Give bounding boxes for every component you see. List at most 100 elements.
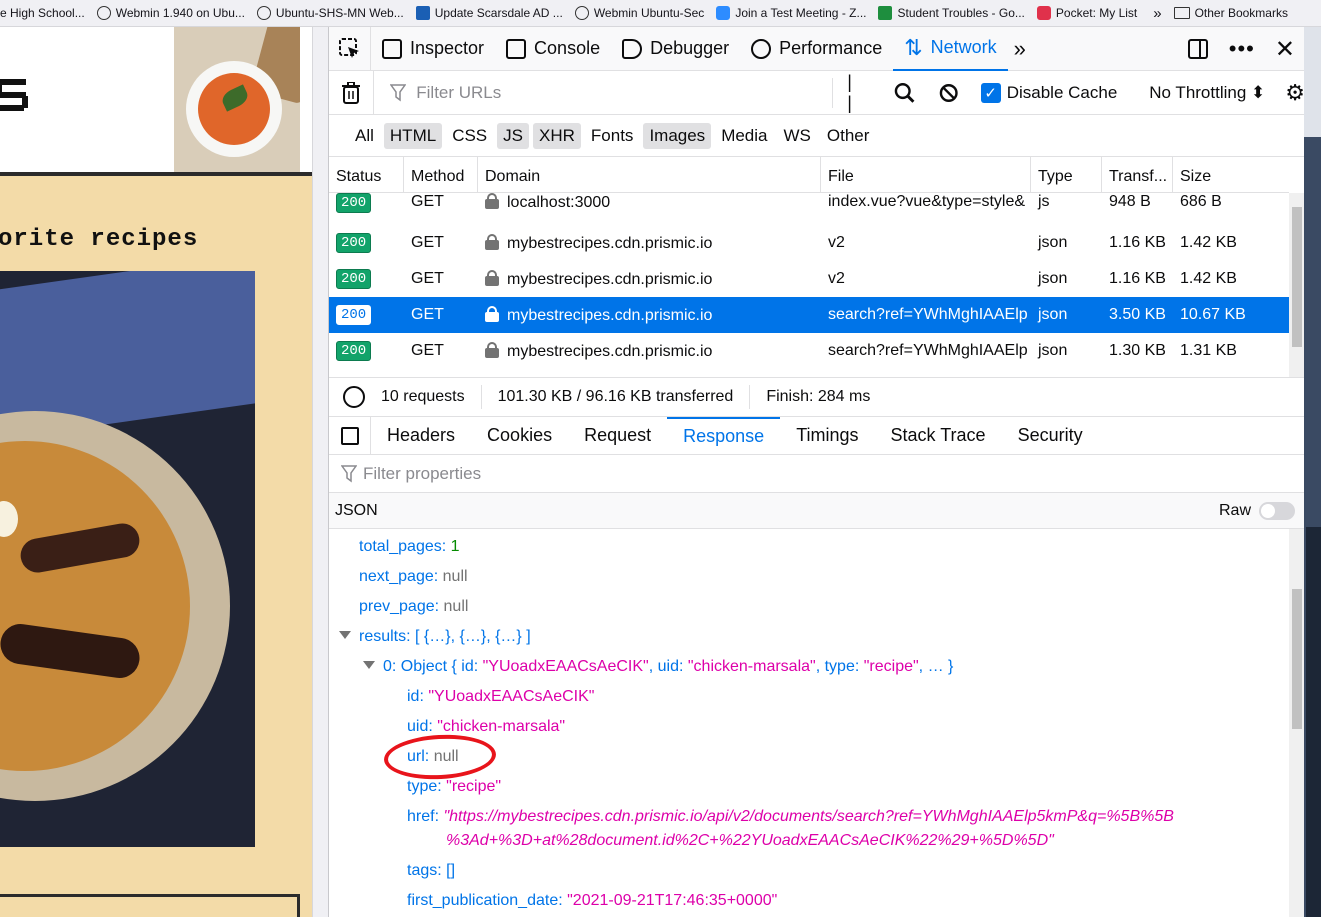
filter-js[interactable]: JS bbox=[497, 122, 529, 149]
disable-cache-checkbox[interactable]: ✓ Disable Cache bbox=[980, 82, 1117, 103]
tab-console[interactable]: Console bbox=[495, 27, 611, 71]
json-preview: , type: bbox=[815, 658, 864, 675]
request-size: 1.42 KB bbox=[1180, 270, 1237, 287]
element-picker-button[interactable] bbox=[329, 27, 371, 71]
lock-icon bbox=[485, 233, 499, 250]
filter-urls-input[interactable] bbox=[388, 77, 819, 108]
folder-icon bbox=[1173, 7, 1190, 19]
expand-arrow-icon[interactable] bbox=[339, 631, 351, 639]
filter-fonts[interactable]: Fonts bbox=[585, 123, 640, 149]
column-header-transferred[interactable]: Transf... bbox=[1102, 157, 1173, 192]
gear-icon[interactable]: ⚙ bbox=[1285, 80, 1304, 106]
more-tools-button[interactable]: » bbox=[1008, 36, 1032, 62]
expand-arrow-icon[interactable] bbox=[363, 661, 375, 669]
tab-cookies[interactable]: Cookies bbox=[471, 417, 568, 454]
soup-image bbox=[174, 27, 300, 172]
tab-stack-trace[interactable]: Stack Trace bbox=[875, 417, 1002, 454]
dock-side-icon[interactable] bbox=[1187, 38, 1209, 60]
table-row[interactable]: 200 GET mybestrecipes.cdn.prismic.io v2 … bbox=[329, 225, 1289, 261]
bookmark-item[interactable]: Webmin Ubuntu-Sec bbox=[571, 0, 713, 26]
filter-all[interactable]: All bbox=[349, 123, 380, 149]
filter-css[interactable]: CSS bbox=[446, 123, 493, 149]
domain-text: mybestrecipes.cdn.prismic.io bbox=[507, 270, 713, 288]
json-row-results[interactable]: results: [ {…}, {…}, {…} ] bbox=[339, 627, 531, 647]
tab-response[interactable]: Response bbox=[667, 417, 781, 454]
close-icon[interactable]: ✕ bbox=[1275, 35, 1295, 64]
tab-debugger[interactable]: Debugger bbox=[611, 27, 740, 71]
raw-toggle[interactable]: Raw bbox=[1218, 501, 1295, 520]
tab-performance[interactable]: Performance bbox=[740, 27, 893, 71]
table-row-selected[interactable]: 200 GET mybestrecipes.cdn.prismic.io sea… bbox=[329, 297, 1289, 333]
tab-network[interactable]: ⇅ Network bbox=[893, 27, 1008, 71]
column-header-domain[interactable]: Domain bbox=[478, 157, 821, 192]
json-row-uid[interactable]: uid: "chicken-marsala" bbox=[407, 717, 565, 737]
filter-html[interactable]: HTML bbox=[383, 122, 443, 149]
domain-text: mybestrecipes.cdn.prismic.io bbox=[507, 342, 713, 360]
throttling-select[interactable]: No Throttling ⬍ bbox=[1149, 83, 1265, 103]
json-value: %3Ad+%3D+at%28document.id%2C+%22YUoadxEA… bbox=[446, 832, 1054, 849]
json-scrollbar[interactable] bbox=[1289, 529, 1304, 917]
tab-timings[interactable]: Timings bbox=[780, 417, 874, 454]
search-icon[interactable] bbox=[894, 82, 915, 104]
json-preview-uid: "chicken-marsala" bbox=[687, 658, 816, 675]
json-value: "https://mybestrecipes.cdn.prismic.io/ap… bbox=[443, 808, 1174, 825]
filter-images[interactable]: Images bbox=[643, 122, 712, 149]
json-row-id[interactable]: id: "YUoadxEAACsAeCIK" bbox=[407, 687, 594, 707]
json-row-prev-page[interactable]: prev_page: null bbox=[359, 597, 468, 617]
recipe-photo[interactable] bbox=[0, 271, 255, 847]
request-table-scrollbar[interactable] bbox=[1289, 193, 1304, 377]
column-header-file[interactable]: File bbox=[821, 157, 1031, 192]
json-header: JSON Raw bbox=[329, 493, 1304, 529]
bookmark-item[interactable]: Student Troubles - Go... bbox=[874, 0, 1032, 26]
json-row-next-page[interactable]: next_page: null bbox=[359, 567, 468, 587]
request-type: json bbox=[1038, 306, 1068, 323]
filter-properties-input[interactable] bbox=[341, 463, 741, 484]
tab-request[interactable]: Request bbox=[568, 417, 667, 454]
json-row-type[interactable]: type: "recipe" bbox=[407, 777, 501, 797]
tab-headers[interactable]: Headers bbox=[371, 417, 471, 454]
json-row-first-publication-date[interactable]: first_publication_date: "2021-09-21T17:4… bbox=[407, 891, 777, 911]
json-row-href-cont: %3Ad+%3D+at%28document.id%2C+%22YUoadxEA… bbox=[446, 831, 1054, 851]
toggle-sidebar-button[interactable] bbox=[329, 417, 371, 454]
json-label: JSON bbox=[335, 501, 378, 519]
bookmark-item[interactable]: Ubuntu-SHS-MN Web... bbox=[253, 0, 412, 26]
table-row[interactable]: 200 GET mybestrecipes.cdn.prismic.io v2 … bbox=[329, 261, 1289, 297]
table-row[interactable]: 200 GET mybestrecipes.cdn.prismic.io sea… bbox=[329, 333, 1289, 369]
picker-icon bbox=[338, 37, 359, 58]
json-key: first_publication_date: bbox=[407, 892, 563, 909]
bookmark-item[interactable]: Pocket: My List bbox=[1033, 0, 1145, 26]
json-row-total-pages[interactable]: total_pages: 1 bbox=[359, 537, 460, 557]
column-header-method[interactable]: Method bbox=[404, 157, 478, 192]
json-key: type: bbox=[407, 778, 442, 795]
site-logo[interactable] bbox=[0, 79, 30, 111]
filter-other[interactable]: Other bbox=[821, 123, 876, 149]
json-preview: , uid: bbox=[648, 658, 688, 675]
other-bookmarks-folder[interactable]: Other Bookmarks bbox=[1170, 0, 1296, 26]
devtools-splitter[interactable] bbox=[312, 27, 328, 917]
column-header-size[interactable]: Size bbox=[1173, 157, 1289, 192]
filter-xhr[interactable]: XHR bbox=[533, 122, 581, 149]
globe-icon bbox=[574, 6, 589, 20]
json-row-result-0[interactable]: 0: Object { id: "YUoadxEAACsAeCIK", uid:… bbox=[363, 657, 953, 677]
bookmark-item[interactable]: Join a Test Meeting - Z... bbox=[712, 0, 874, 26]
json-row-url[interactable]: url: null bbox=[407, 747, 459, 767]
column-header-type[interactable]: Type bbox=[1031, 157, 1102, 192]
filter-media[interactable]: Media bbox=[715, 123, 773, 149]
tab-security[interactable]: Security bbox=[1002, 417, 1099, 454]
tab-inspector[interactable]: Inspector bbox=[371, 27, 495, 71]
table-row[interactable]: 200 GET localhost:3000 index.vue?vue&typ… bbox=[329, 193, 1289, 225]
pause-icon[interactable]: | | bbox=[847, 72, 870, 114]
column-header-status[interactable]: Status bbox=[329, 157, 404, 192]
block-icon[interactable] bbox=[939, 83, 958, 103]
meatball-menu-icon[interactable]: ••• bbox=[1229, 36, 1255, 62]
bookmarks-overflow-button[interactable]: » bbox=[1145, 5, 1169, 22]
json-row-href[interactable]: href: "https://mybestrecipes.cdn.prismic… bbox=[407, 807, 1174, 827]
bookmark-item[interactable]: e High School... bbox=[0, 0, 93, 26]
json-row-tags[interactable]: tags: [] bbox=[407, 861, 455, 881]
bookmark-item[interactable]: Update Scarsdale AD ... bbox=[412, 0, 571, 26]
json-key: uid: bbox=[407, 718, 433, 735]
filter-ws[interactable]: WS bbox=[778, 123, 817, 149]
bookmark-item[interactable]: Webmin 1.940 on Ubu... bbox=[93, 0, 253, 26]
raw-label: Raw bbox=[1218, 501, 1251, 519]
clear-button[interactable] bbox=[329, 70, 375, 115]
